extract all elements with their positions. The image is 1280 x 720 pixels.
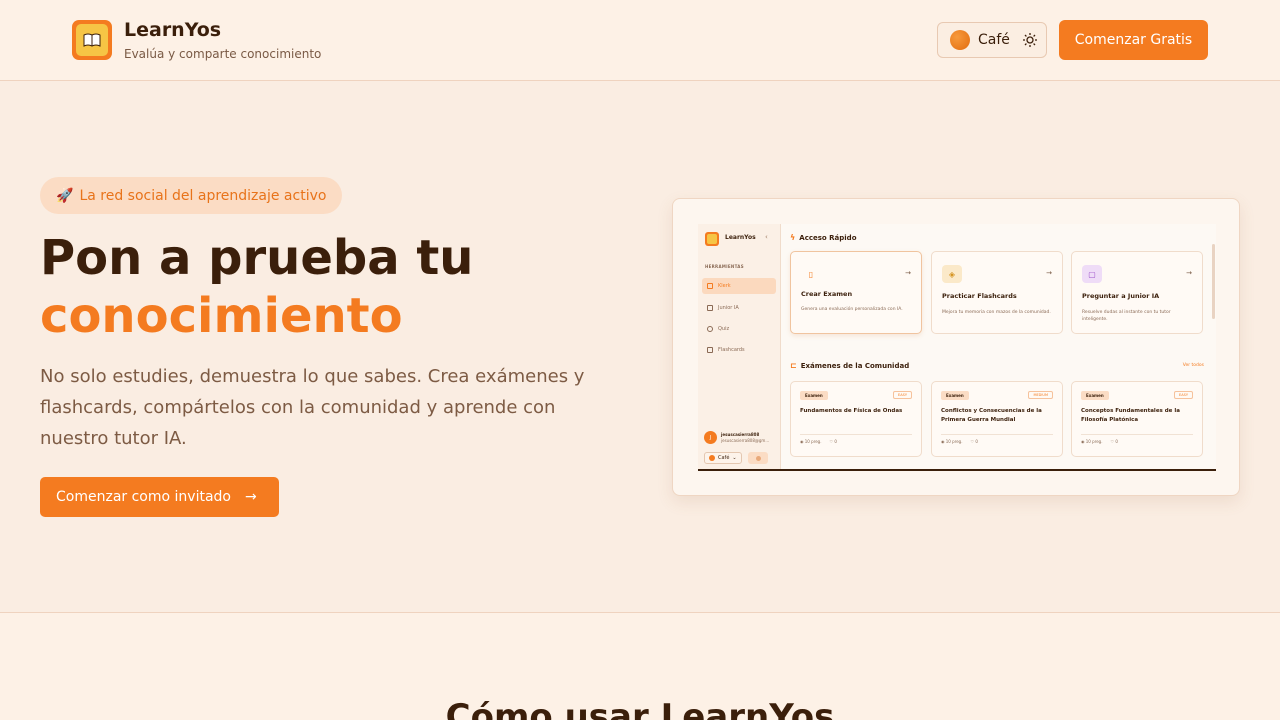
preview-quick-access-title: Acceso Rápido (799, 233, 857, 242)
preview-exam-tag: Examen (800, 391, 828, 400)
hero-title-line1: Pon a prueba tu (40, 230, 474, 286)
top-header: LearnYos Evalúa y comparte conocimiento … (0, 0, 1280, 81)
preview-card-flashcards: ◈ → Practicar Flashcards Mejora tu memor… (931, 251, 1063, 334)
sun-icon[interactable] (1022, 32, 1038, 48)
preview-exam-title: Conceptos Fundamentales de la Filosofía … (1081, 408, 1180, 423)
app-preview-screen: LearnYos ‹ HERRAMIENTAS Klerk Junior IA … (698, 224, 1216, 471)
rocket-icon: 🚀 (56, 187, 74, 204)
theme-color-swatch (950, 30, 970, 50)
preview-exam-likes: 0 (1115, 439, 1118, 444)
preview-exam-level: EASY (1174, 391, 1193, 399)
preview-quick-access-heading: ϟ Acceso Rápido (790, 233, 857, 242)
start-free-button[interactable]: Comenzar Gratis (1059, 20, 1208, 60)
arrow-right-icon: → (1046, 269, 1052, 277)
card-icon (707, 347, 713, 353)
app-preview-card: LearnYos ‹ HERRAMIENTAS Klerk Junior IA … (672, 198, 1240, 496)
theme-selector-button[interactable]: Café (937, 22, 1047, 58)
preview-card-title: Preguntar a Junior IA (1082, 292, 1160, 300)
preview-brand: LearnYos (725, 234, 756, 241)
preview-scrollbar (1212, 244, 1215, 319)
preview-theme-label: Café (718, 455, 730, 461)
preview-avatar: J (704, 431, 717, 444)
arrow-right-icon: → (244, 489, 257, 505)
preview-exam-card: Examen EASY Conceptos Fundamentales de l… (1071, 381, 1203, 457)
preview-card-junior-ia: ▢ → Preguntar a Junior IA Resuelve dudas… (1071, 251, 1203, 334)
start-as-guest-label: Comenzar como invitado (56, 489, 231, 505)
preview-exam-questions: 10 preg. (945, 439, 963, 444)
hero-description: No solo estudies, demuestra lo que sabes… (40, 366, 585, 449)
preview-exam-title: Fundamentos de Física de Ondas (800, 408, 903, 414)
brand-tagline: Evalúa y comparte conocimiento (124, 47, 322, 61)
preview-section-label: HERRAMIENTAS (705, 264, 744, 269)
hero-title-line2: conocimiento (40, 288, 403, 344)
preview-exam-card: Examen MEDIUM Conflictos y Consecuencias… (931, 381, 1063, 457)
grid-icon (707, 283, 713, 289)
book-icon (76, 24, 108, 56)
open-book-icon: ⊏ (790, 361, 797, 370)
preview-nav-label: Klerk (718, 283, 731, 289)
preview-exam-card: Examen EASY Fundamentos de Física de Ond… (790, 381, 922, 457)
chevron-down-icon: ⌄ (732, 455, 737, 461)
preview-exam-footer: ◉ 10 preg. ♡ 0 (800, 439, 837, 444)
preview-card-desc: Mejora tu memoria con mazos de la comuni… (942, 310, 1051, 315)
chevron-left-icon: ‹ (765, 233, 768, 241)
preview-card-create-exam: ▯ → Crear Examen Genera una evaluación p… (790, 251, 922, 334)
preview-exam-title: Conflictos y Consecuencias de la Primera… (941, 408, 1042, 423)
hero-badge: 🚀 La red social del aprendizaje activo (40, 177, 343, 214)
arrow-right-icon: → (905, 269, 911, 277)
preview-exam-footer: ◉ 10 preg. ♡ 0 (941, 439, 978, 444)
preview-main: ϟ Acceso Rápido ▯ → Crear Examen Genera u… (790, 224, 1210, 469)
start-as-guest-button[interactable]: Comenzar como invitado → (40, 477, 279, 517)
preview-community-heading: ⊏ Exámenes de la Comunidad (790, 361, 909, 370)
hero-badge-text: La red social del aprendizaje activo (79, 187, 327, 204)
preview-user: J jesuscasierra808 jesuscasierra808@gm..… (704, 431, 769, 444)
preview-community-title: Exámenes de la Comunidad (800, 361, 910, 370)
preview-exam-likes: 0 (975, 439, 978, 444)
preview-exam-level: MEDIUM (1028, 391, 1053, 399)
arrow-right-icon: → (1186, 269, 1192, 277)
preview-exam-footer: ◉ 10 preg. ♡ 0 (1081, 439, 1118, 444)
preview-logo-icon (705, 232, 719, 246)
document-icon: ▯ (808, 269, 814, 279)
preview-nav-label: Junior IA (718, 305, 739, 311)
preview-nav-label: Quiz (718, 326, 730, 332)
layers-icon: ◈ (942, 265, 962, 283)
preview-exam-tag: Examen (1081, 391, 1109, 400)
theme-label: Café (978, 32, 1010, 48)
preview-nav-quiz: Quiz (702, 321, 776, 337)
chat-icon (707, 305, 713, 311)
preview-sidebar: LearnYos ‹ HERRAMIENTAS Klerk Junior IA … (698, 224, 781, 469)
preview-exam-questions: 10 preg. (804, 439, 822, 444)
app-logo[interactable] (72, 20, 112, 60)
preview-card-desc: Genera una evaluación personalizada con … (801, 307, 903, 312)
preview-card-title: Crear Examen (801, 290, 853, 298)
preview-theme-select: Café ⌄ (704, 452, 742, 464)
preview-see-all-link: Ver todos (1182, 363, 1204, 368)
preview-card-desc: Resuelve dudas al instante con tu tutor … (1082, 310, 1171, 322)
help-icon (707, 326, 713, 332)
preview-exam-level: EASY (893, 391, 912, 399)
how-to-title: Cómo usar LearnYos (445, 697, 835, 720)
brand-name[interactable]: LearnYos (124, 19, 221, 41)
chat-icon: ▢ (1082, 265, 1102, 283)
preview-nav-label: Flashcards (718, 347, 745, 353)
preview-exam-tag: Examen (941, 391, 969, 400)
preview-nav-junior: Junior IA (702, 300, 776, 316)
preview-exam-questions: 10 preg. (1085, 439, 1103, 444)
preview-nav-klerk: Klerk (702, 278, 776, 294)
preview-user-email: jesuscasierra808@gm... (721, 437, 770, 443)
preview-theme-toggle (748, 452, 768, 464)
preview-nav-flashcards: Flashcards (702, 342, 776, 358)
preview-card-title: Practicar Flashcards (942, 292, 1017, 300)
bolt-icon: ϟ (790, 233, 796, 242)
preview-exam-likes: 0 (834, 439, 837, 444)
